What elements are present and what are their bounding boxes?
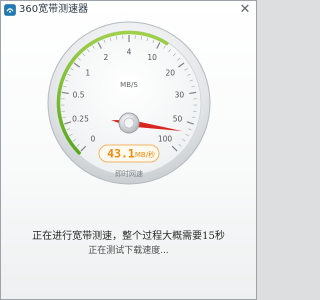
scale-label: 4 [127, 48, 132, 57]
speed-test-window: 360宽带测速器 ✕ 0 0.25 0.5 1 2 4 10 20 30 50 … [0, 0, 257, 300]
360-broadband-icon [4, 4, 16, 16]
scale-label: 0.25 [72, 114, 89, 123]
scale-label: 50 [173, 114, 183, 123]
realtime-speed-label: 即时网速 [115, 169, 143, 178]
scale-label: 10 [147, 53, 157, 62]
scale-label: 0 [91, 135, 96, 144]
scale-label: 30 [175, 91, 185, 100]
close-icon: ✕ [239, 2, 251, 17]
close-button[interactable]: ✕ [237, 2, 253, 18]
scale-label: 0.5 [73, 91, 85, 100]
scale-label: 2 [103, 53, 108, 62]
scale-label: 20 [165, 69, 175, 78]
speed-gauge: 0 0.25 0.5 1 2 4 10 20 30 50 100 MB/S 43.1 MB/秒 即时… [47, 21, 211, 185]
speed-value: 43.1 [107, 147, 135, 161]
needle-hub-cap [123, 117, 135, 129]
scale-label: 1 [85, 69, 90, 78]
window-title: 360宽带测速器 [19, 4, 89, 15]
gauge-unit-label: MB/S [120, 81, 138, 89]
test-status-message: 正在进行宽带测速，整个过程大概需要15秒 [32, 231, 225, 242]
scale-label: 100 [158, 135, 173, 144]
speed-unit: MB/秒 [135, 150, 155, 159]
title-bar: 360宽带测速器 ✕ [1, 1, 256, 20]
test-progress-message: 正在测试下载速度... [88, 246, 169, 256]
